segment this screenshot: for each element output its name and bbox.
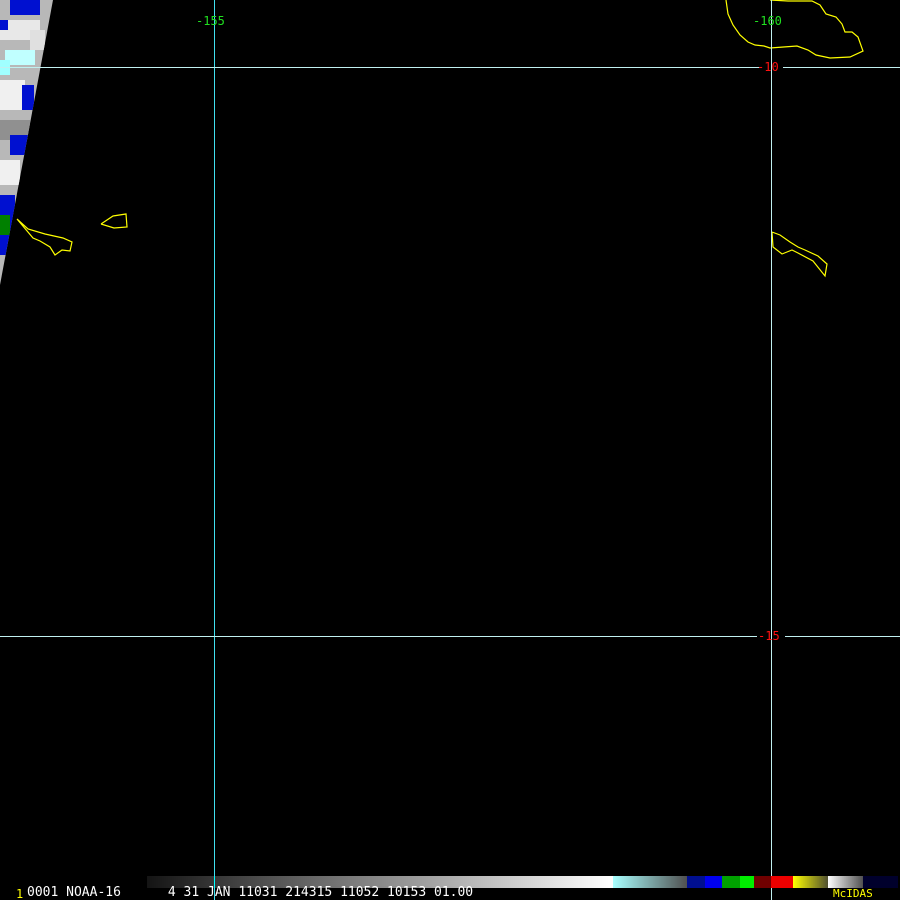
mcidas-brand: McIDAS	[833, 887, 873, 900]
grid-lines	[0, 0, 900, 900]
longitude-label: -160	[753, 14, 782, 28]
longitude-label: -155	[196, 14, 225, 28]
coastlines	[16, 0, 864, 278]
latitude-label: -15	[758, 629, 780, 643]
satellite-image-viewer: -155 -160 -10 -15 1 0001 NOAA-16 4 31 JA…	[0, 0, 900, 900]
map-canvas	[0, 0, 900, 900]
latitude-label: -10	[757, 60, 779, 74]
satellite-swath	[0, 0, 53, 285]
frame-number: 1	[16, 887, 24, 900]
image-info: 0001 NOAA-16 4 31 JAN 11031 214315 11052…	[27, 885, 474, 900]
